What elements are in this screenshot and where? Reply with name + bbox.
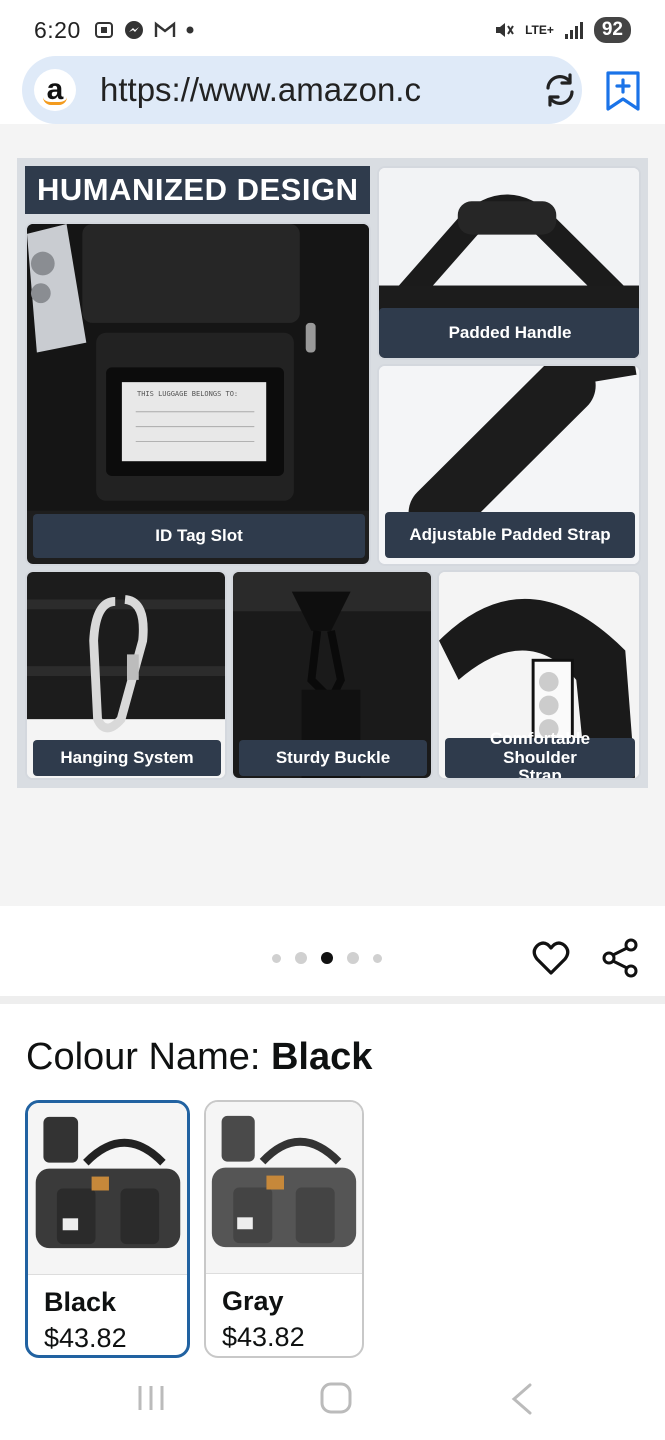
id-tag-text: THIS LUGGAGE BELONGS TO: (137, 390, 239, 398)
system-navigation-bar (0, 1358, 665, 1440)
screenshot-icon (94, 22, 113, 38)
colour-option-name: Gray (222, 1286, 284, 1316)
gmail-icon (154, 21, 175, 37)
bookmark-add-icon[interactable] (604, 70, 642, 112)
black-bag-thumbnail (28, 1103, 187, 1275)
share-icon[interactable] (601, 938, 639, 978)
carousel-controls (0, 906, 665, 998)
heart-icon[interactable] (532, 940, 570, 976)
label-id-tag: ID Tag Slot (33, 514, 365, 558)
battery-indicator: 92 (593, 17, 631, 43)
product-image-gallery[interactable]: HUMANIZED DESIGN THIS LUGGAGE BELONGS TO… (0, 124, 665, 906)
reload-icon[interactable] (540, 70, 580, 110)
infographic-banner: HUMANIZED DESIGN (25, 166, 370, 214)
browser-toolbar: a https://www.amazon.c (0, 56, 665, 126)
page: 6:20 LTE+ 92 a https://www.amazon.c HUMA… (0, 0, 665, 1440)
recent-apps-icon[interactable] (134, 1382, 168, 1414)
label-adjustable-strap: Adjustable Padded Strap (385, 512, 635, 558)
product-infographic[interactable]: HUMANIZED DESIGN THIS LUGGAGE BELONGS TO… (17, 158, 648, 788)
label-sturdy-buckle: Sturdy Buckle (239, 740, 427, 776)
carousel-dot-2[interactable] (295, 952, 307, 964)
tile-comfortable-strap: Comfortable Shoulder Strap (437, 570, 641, 780)
amazon-logo-icon: a (34, 69, 76, 111)
carousel-dot-1[interactable] (272, 953, 281, 963)
carousel-dots[interactable] (272, 952, 382, 964)
colour-option-price: $43.82 (44, 1323, 127, 1353)
label-padded-handle: Padded Handle (379, 308, 639, 358)
colour-label: Colour Name: (26, 1036, 271, 1078)
section-divider (0, 996, 665, 1004)
status-right: LTE+ 92 (493, 17, 631, 43)
gray-bag-thumbnail (206, 1102, 362, 1274)
mute-icon (496, 23, 514, 37)
label-hanging-system: Hanging System (33, 740, 221, 776)
back-icon[interactable] (508, 1382, 536, 1416)
carousel-dot-3[interactable] (321, 952, 333, 964)
address-bar[interactable]: a https://www.amazon.c (22, 56, 582, 124)
tile-adjustable-strap: Adjustable Padded Strap (377, 364, 641, 566)
url-text[interactable]: https://www.amazon.c (100, 71, 480, 109)
colour-option-price: $43.82 (222, 1322, 305, 1352)
tile-id-tag: THIS LUGGAGE BELONGS TO: ID Tag Slot (25, 222, 371, 566)
colour-selected-value: Black (270, 1036, 373, 1078)
signal-icon (564, 22, 583, 39)
carousel-dot-4[interactable] (347, 952, 359, 964)
colour-option-gray[interactable]: Gray $43.82 (204, 1100, 364, 1358)
messenger-icon (124, 21, 143, 39)
tile-padded-handle: Padded Handle (377, 166, 641, 360)
tile-hanging-system: Hanging System (25, 570, 227, 780)
status-bar: 6:20 LTE+ 92 (0, 0, 665, 60)
tile-sturdy-buckle: Sturdy Buckle (231, 570, 433, 780)
notification-icons (93, 19, 195, 41)
home-icon[interactable] (318, 1380, 354, 1416)
carousel-dot-5[interactable] (373, 953, 382, 963)
dot-icon (186, 26, 194, 34)
colour-name-heading: Colour Name: Black (26, 1036, 372, 1079)
network-type: LTE+ (525, 23, 554, 37)
colour-option-name: Black (44, 1287, 117, 1317)
status-time: 6:20 (34, 16, 81, 43)
label-comfortable-strap: Comfortable Shoulder Strap (445, 729, 635, 778)
colour-option-black[interactable]: Black $43.82 (25, 1100, 190, 1358)
